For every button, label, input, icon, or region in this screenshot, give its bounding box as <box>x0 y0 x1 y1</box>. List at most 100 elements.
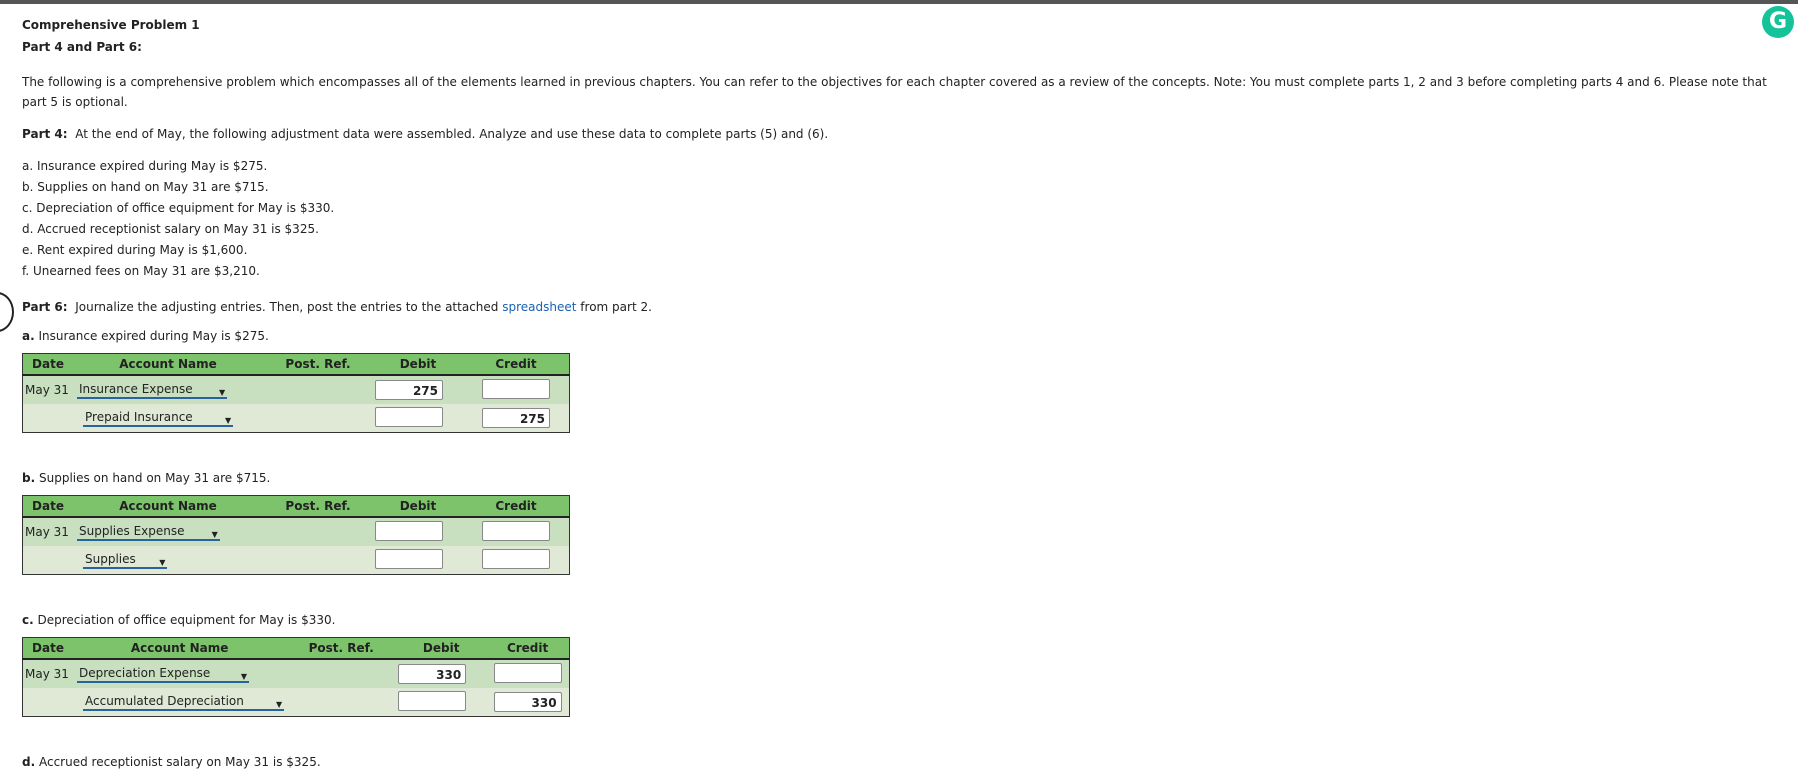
chevron-down-icon: ▼ <box>224 415 232 425</box>
adjustment-item: c. Depreciation of office equipment for … <box>22 201 335 215</box>
postref-cell <box>263 546 373 575</box>
header-date: Date <box>22 495 73 518</box>
header-debit: Debit <box>373 353 463 376</box>
entry-letter: b. <box>22 471 36 485</box>
header-postref: Post. Ref. <box>263 353 373 376</box>
page-title: Comprehensive Problem 1 <box>22 18 200 32</box>
account-select[interactable]: Supplies ▼ <box>83 551 168 569</box>
chevron-down-icon: ▼ <box>211 529 218 539</box>
intro-line: part 5 is optional. <box>22 95 128 109</box>
entry-letter: d. <box>22 755 36 769</box>
adjustment-item: d. Accrued receptionist salary on May 31… <box>22 222 319 236</box>
debit-input[interactable] <box>398 690 467 711</box>
debit-input[interactable] <box>375 548 443 569</box>
postref-cell <box>263 404 373 433</box>
part6-instructions: Part 6: Journalize the adjusting entries… <box>22 297 1782 317</box>
postref-cell <box>263 517 373 546</box>
journal-row: May 31 Supplies Expense ▼ <box>22 517 570 546</box>
top-bar <box>0 0 1798 4</box>
part4-instructions: Part 4: At the end of May, the following… <box>22 124 1782 144</box>
header-postref: Post. Ref. <box>263 495 373 518</box>
problem-content: Comprehensive Problem 1 Part 4 and Part … <box>22 14 1782 772</box>
date-cell <box>22 546 73 575</box>
entry-text: Accrued receptionist salary on May 31 is… <box>38 755 321 769</box>
debit-input[interactable]: 275 <box>375 380 443 400</box>
debit-input[interactable] <box>375 520 443 541</box>
header-credit: Credit <box>463 495 570 518</box>
intro-line: The following is a comprehensive problem… <box>22 75 1767 89</box>
entry-description: b. Supplies on hand on May 31 are $715. <box>22 468 1782 488</box>
entry-description: a. Insurance expired during May is $275. <box>22 326 1782 346</box>
header-postref: Post. Ref. <box>286 637 397 660</box>
part6-text: from part 2. <box>580 300 652 314</box>
date-cell: May 31 <box>22 375 73 404</box>
journal-row: May 31 Insurance Expense ▼ 275 <box>22 375 570 404</box>
date-cell: May 31 <box>22 659 73 688</box>
postref-cell <box>286 659 397 688</box>
entry-letter: a. <box>22 329 35 343</box>
intro-paragraph: The following is a comprehensive problem… <box>22 72 1782 112</box>
page-subtitle: Part 4 and Part 6: <box>22 40 142 54</box>
journal-row: Supplies ▼ <box>22 546 570 575</box>
adjustment-item: a. Insurance expired during May is $275. <box>22 159 268 173</box>
partial-circle-decoration <box>0 292 14 332</box>
debit-input[interactable] <box>375 406 443 427</box>
header-account: Account Name <box>73 637 287 660</box>
header-date: Date <box>22 353 73 376</box>
spreadsheet-link[interactable]: spreadsheet <box>502 300 576 314</box>
account-value: Supplies <box>85 551 136 566</box>
adjustment-item: f. Unearned fees on May 31 are $3,210. <box>22 264 260 278</box>
credit-input[interactable]: 275 <box>482 408 550 428</box>
account-select[interactable]: Depreciation Expense ▼ <box>77 666 249 683</box>
postref-cell <box>286 688 397 717</box>
entry-text: Supplies on hand on May 31 are $715. <box>38 471 271 485</box>
account-select[interactable]: Accumulated Depreciation ▼ <box>83 693 285 711</box>
entry-text: Insurance expired during May is $275. <box>38 329 269 343</box>
account-select[interactable]: Insurance Expense ▼ <box>77 381 228 399</box>
entry-description: d. Accrued receptionist salary on May 31… <box>22 752 1782 772</box>
header-credit: Credit <box>463 353 570 376</box>
journal-row: Prepaid Insurance ▼ 275 <box>22 404 570 433</box>
part4-text: At the end of May, the following adjustm… <box>75 127 829 141</box>
journal-table: Date Account Name Post. Ref. Debit Credi… <box>22 637 570 717</box>
part6-label: Part 6: <box>22 300 68 314</box>
credit-input[interactable] <box>493 662 562 683</box>
header-debit: Debit <box>373 495 463 518</box>
journal-table: Date Account Name Post. Ref. Debit Credi… <box>22 353 570 433</box>
journal-row: Accumulated Depreciation ▼ 330 <box>22 688 570 717</box>
part6-text: Journalize the adjusting entries. Then, … <box>75 300 499 314</box>
header-account: Account Name <box>73 495 263 518</box>
chevron-down-icon: ▼ <box>240 671 247 681</box>
journal-table: Date Account Name Post. Ref. Debit Credi… <box>22 495 570 575</box>
date-cell <box>22 688 73 717</box>
account-value: Insurance Expense <box>79 381 193 396</box>
header-debit: Debit <box>396 637 487 660</box>
chevron-down-icon: ▼ <box>159 557 166 567</box>
date-cell: May 31 <box>22 517 73 546</box>
adjustment-item: b. Supplies on hand on May 31 are $715. <box>22 180 269 194</box>
credit-input[interactable] <box>482 520 550 541</box>
chevron-down-icon: ▼ <box>276 699 283 709</box>
header-account: Account Name <box>73 353 263 376</box>
chevron-down-icon: ▼ <box>218 387 226 397</box>
account-value: Depreciation Expense <box>79 665 211 680</box>
credit-input[interactable] <box>482 378 550 399</box>
debit-input[interactable]: 330 <box>398 664 467 684</box>
header-date: Date <box>22 637 73 660</box>
adjustment-list: a. Insurance expired during May is $275.… <box>22 156 1782 282</box>
entry-description: c. Depreciation of office equipment for … <box>22 610 1782 630</box>
date-cell <box>22 404 73 433</box>
account-value: Accumulated Depreciation <box>85 693 244 708</box>
journal-row: May 31 Depreciation Expense ▼ 330 <box>22 659 570 688</box>
entry-letter: c. <box>22 613 34 627</box>
credit-input[interactable] <box>482 548 550 569</box>
account-value: Prepaid Insurance <box>85 409 193 424</box>
credit-input[interactable]: 330 <box>493 692 562 712</box>
account-select[interactable]: Prepaid Insurance ▼ <box>83 409 234 427</box>
entry-text: Depreciation of office equipment for May… <box>37 613 336 627</box>
part4-label: Part 4: <box>22 127 68 141</box>
account-select[interactable]: Supplies Expense ▼ <box>77 524 220 541</box>
header-credit: Credit <box>486 637 570 660</box>
account-value: Supplies Expense <box>79 523 185 538</box>
adjustment-item: e. Rent expired during May is $1,600. <box>22 243 248 257</box>
